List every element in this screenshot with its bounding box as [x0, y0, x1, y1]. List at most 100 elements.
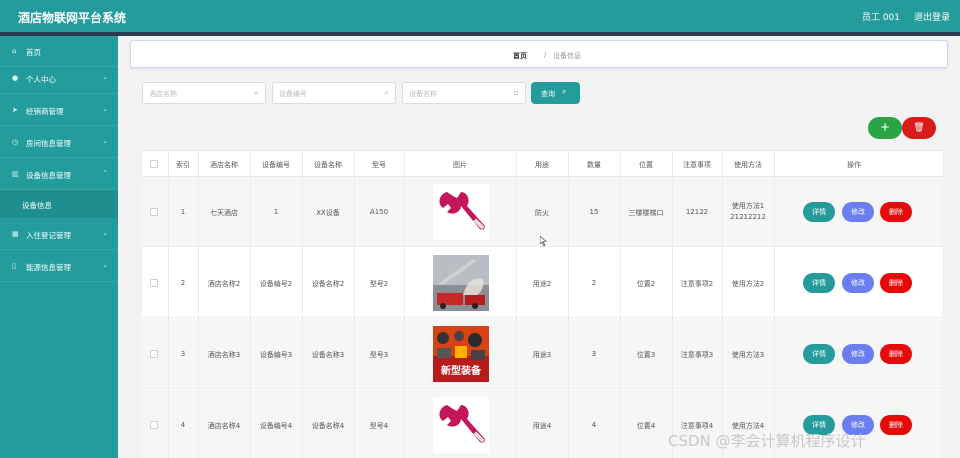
cell-location: 位置3	[636, 351, 656, 359]
cell-qty: 15	[589, 208, 599, 216]
phone-icon: ▯	[12, 262, 16, 270]
delete-button[interactable]: 删除	[880, 344, 912, 364]
cell-model: 型号2	[369, 280, 389, 288]
device-no-search-field: ⌕	[272, 82, 396, 104]
column-divider	[404, 151, 405, 458]
cell-notes: 12122	[685, 208, 709, 216]
cell-index: 2	[180, 279, 186, 287]
home-icon: ⌂	[12, 47, 17, 55]
column-divider	[250, 151, 251, 458]
row-checkbox[interactable]	[150, 279, 158, 287]
column-header: 位置	[639, 161, 653, 169]
device-table: 索引 酒店名称 设备编号 设备名称 型号 图片 用途 数量 位置 注意事项 使用…	[142, 150, 942, 458]
table-header: 索引 酒店名称 设备编号 设备名称 型号 图片 用途 数量 位置 注意事项 使用…	[142, 151, 942, 177]
cell-device-no: 设备编号3	[259, 351, 293, 359]
grid-icon: ▦	[12, 230, 19, 238]
column-header: 用途	[535, 161, 549, 169]
sidebar-item-room-info[interactable]: ◷ 房间信息管理 ⌄	[0, 127, 118, 158]
table-row: 2 酒店名称2 设备编号2 设备名称2 型号2 用途2 2 位置2 注意事项2 …	[142, 248, 942, 318]
edit-button[interactable]: 修改	[842, 273, 874, 293]
mouse-cursor-icon	[540, 236, 547, 246]
sidebar-item-personal-center[interactable]: ● 个人中心 ⌄	[0, 63, 118, 94]
sidebar-subitem-device-info[interactable]: 设备信息	[0, 190, 118, 218]
user-icon: ●	[12, 74, 19, 82]
top-bar: 酒店物联网平台系统 员工 001 退出登录	[0, 0, 960, 32]
poster-caption: 新型装备	[441, 364, 482, 377]
column-divider	[516, 151, 517, 458]
cell-index: 1	[180, 208, 186, 216]
cell-location: 位置2	[636, 280, 656, 288]
column-divider	[568, 151, 569, 458]
edit-button[interactable]: 修改	[842, 344, 874, 364]
sidebar-item-label: 房间信息管理	[26, 139, 71, 148]
sidebar-item-energy[interactable]: ▯ 能源信息管理 ⌄	[0, 251, 118, 282]
column-header: 使用方法	[734, 161, 762, 169]
fire-truck-image	[433, 255, 489, 311]
sidebar-item-label: 经销商管理	[26, 107, 64, 116]
column-header: 酒店名称	[210, 161, 238, 169]
cell-hotel: 酒店名称4	[207, 422, 241, 430]
sidebar-item-label: 能源信息管理	[26, 263, 71, 272]
cell-notes: 注意事项3	[680, 351, 714, 359]
watermark: CSDN @李会计算机程序设计	[668, 432, 866, 450]
cell-method: 使用方法1	[731, 202, 765, 210]
add-button[interactable]: +	[868, 117, 902, 139]
detail-button[interactable]: 详情	[803, 273, 835, 293]
row-checkbox[interactable]	[150, 421, 158, 429]
cell-method-line2: 21212212	[730, 213, 766, 221]
row-checkbox[interactable]	[150, 350, 158, 358]
send-icon: ➤	[12, 106, 18, 114]
column-header: 索引	[176, 161, 190, 169]
hotel-name-input[interactable]	[149, 87, 249, 100]
current-user: 员工 001	[861, 13, 900, 23]
chevron-down-icon: ⌄	[102, 105, 108, 113]
logout-link[interactable]: 退出登录	[914, 10, 950, 23]
cell-model: 型号3	[369, 351, 389, 359]
row-checkbox[interactable]	[150, 208, 158, 216]
breadcrumb-current: 设备信息	[553, 52, 581, 60]
search-button-label: 查询	[541, 90, 555, 98]
breadcrumb-home[interactable]: 首页	[513, 51, 527, 61]
trash-icon: 🗑	[913, 123, 925, 133]
cell-qty: 4	[591, 421, 597, 429]
cell-usage: 用途2	[532, 280, 552, 288]
device-no-input[interactable]	[279, 87, 379, 100]
sidebar-item-checkin[interactable]: ▦ 入住登记管理 ⌄	[0, 219, 118, 250]
cell-device-name: 设备名称3	[311, 351, 345, 359]
search-button[interactable]: 查询 ⌕	[531, 82, 580, 104]
detail-button[interactable]: 详情	[803, 202, 835, 222]
cell-index: 3	[180, 350, 186, 358]
cell-device-name: 设备名称4	[311, 422, 345, 430]
batch-delete-button[interactable]: 🗑	[902, 117, 936, 139]
sidebar-item-label: 设备信息管理	[26, 171, 71, 180]
delete-button[interactable]: 删除	[880, 415, 912, 435]
cell-notes: 注意事项2	[680, 280, 714, 288]
cell-model: A150	[369, 208, 389, 216]
search-icon: ⌕	[562, 87, 567, 96]
column-header: 型号	[372, 161, 386, 169]
detail-button[interactable]: 详情	[803, 344, 835, 364]
device-name-search-field: ▫	[402, 82, 526, 104]
sidebar-item-dealer[interactable]: ➤ 经销商管理 ⌄	[0, 95, 118, 126]
sidebar-item-label: 入住登记管理	[26, 231, 71, 240]
column-header: 注意事项	[683, 161, 711, 169]
select-all-checkbox[interactable]	[150, 160, 158, 168]
cell-index: 4	[180, 421, 186, 429]
column-divider	[722, 151, 723, 458]
cell-method: 使用方法3	[731, 351, 765, 359]
cell-usage: 用途3	[532, 351, 552, 359]
chevron-down-icon: ⌄	[102, 73, 108, 81]
delete-button[interactable]: 删除	[880, 273, 912, 293]
sidebar-item-label: 个人中心	[26, 75, 56, 84]
column-divider	[354, 151, 355, 458]
sidebar-item-device-info[interactable]: ▥ 设备信息管理 ⌃	[0, 159, 118, 190]
delete-button[interactable]: 删除	[880, 202, 912, 222]
breadcrumb: 首页 / 设备信息	[130, 40, 948, 68]
edit-button[interactable]: 修改	[842, 202, 874, 222]
cell-location: 位置4	[636, 422, 656, 430]
device-name-input[interactable]	[409, 87, 509, 100]
cell-qty: 2	[591, 279, 597, 287]
cell-hotel: 七天酒店	[210, 209, 238, 217]
cell-device-no: 设备编号2	[259, 280, 293, 288]
table-row: 3 酒店名称3 设备编号3 设备名称3 型号3 新型装备 用途3 3 位置3 注…	[142, 319, 942, 389]
